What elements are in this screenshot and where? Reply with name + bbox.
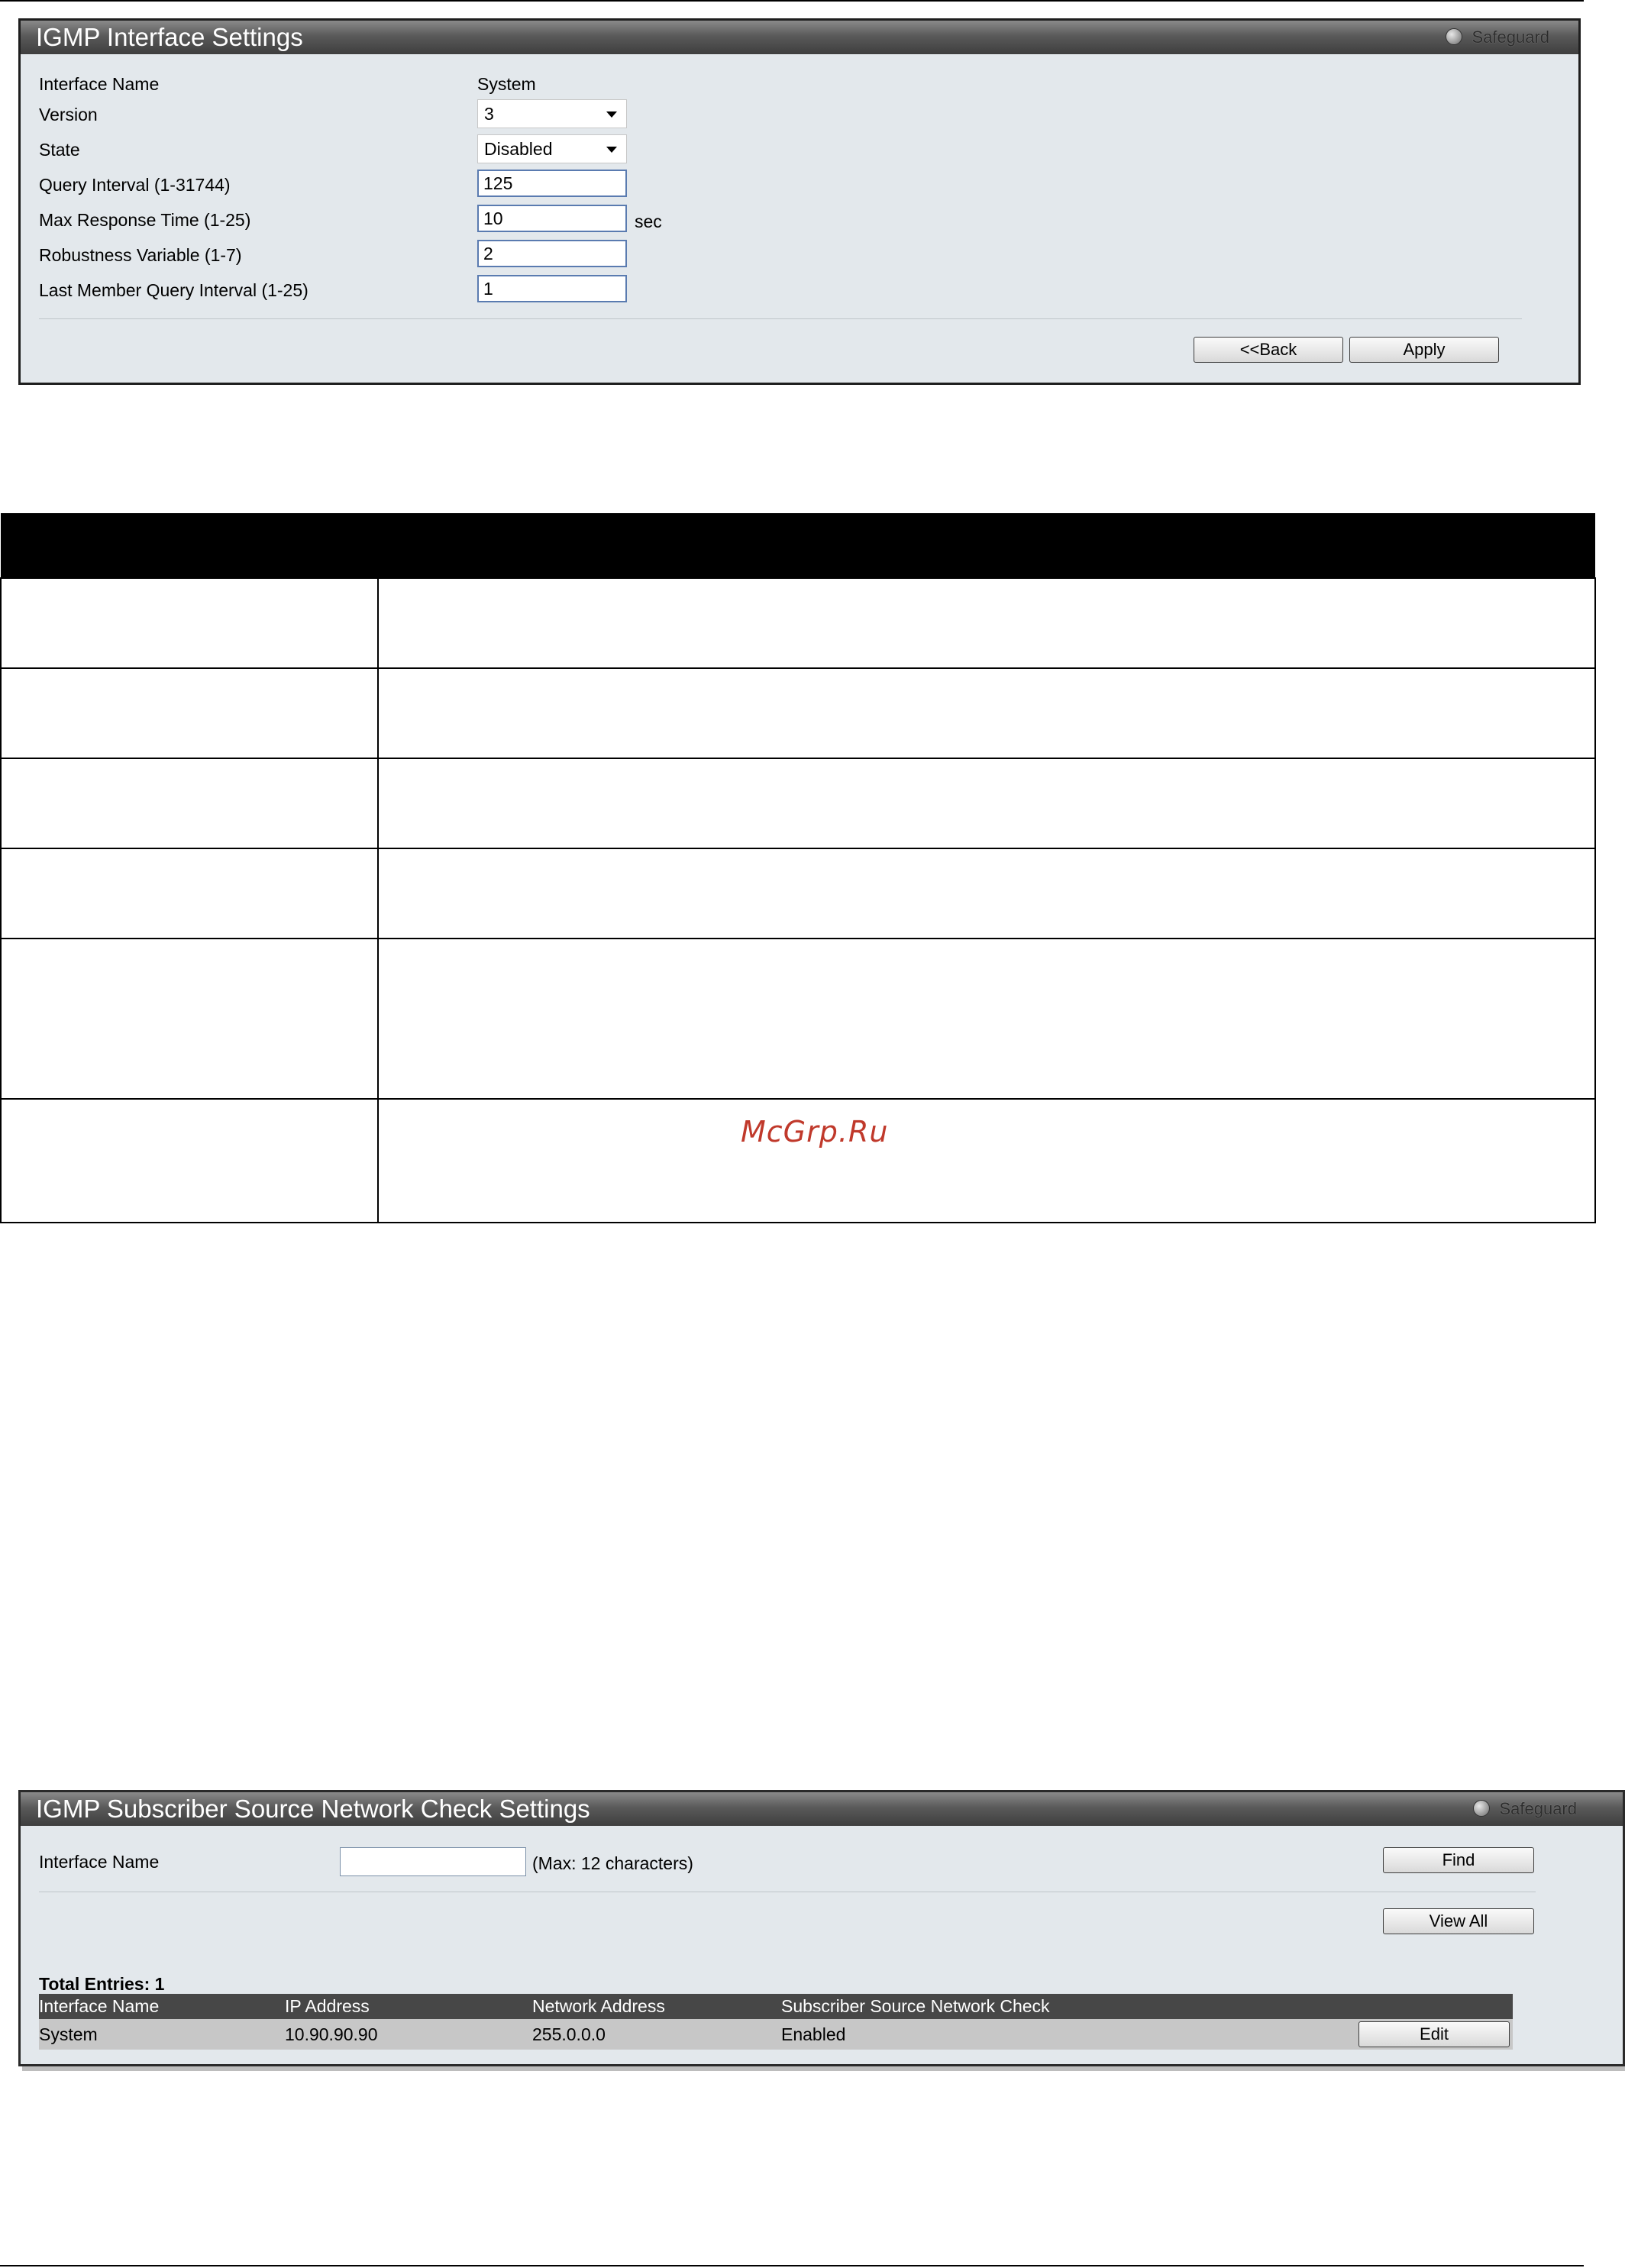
cell-subscriber-source-network-check: Enabled <box>781 2024 846 2044</box>
back-button[interactable]: <<Back <box>1194 337 1343 363</box>
safeguard-indicator[interactable]: Safeguard <box>1473 1792 1577 1826</box>
column-header-ip-address: IP Address <box>285 1996 370 2016</box>
state-select[interactable]: Disabled <box>477 134 627 163</box>
total-entries: Total Entries: 1 <box>39 1974 165 1994</box>
query-interval-input[interactable]: 125 <box>477 170 627 197</box>
bottom-rule <box>0 2265 1584 2266</box>
table-cell <box>0 848 379 939</box>
table-row: System 10.90.90.90 255.0.0.0 Enabled Edi… <box>39 2019 1513 2050</box>
state-label: State <box>39 140 80 160</box>
state-select-value: Disabled <box>484 139 553 159</box>
watermark: McGrp.Ru <box>741 1115 889 1149</box>
version-label: Version <box>39 105 98 124</box>
table-cell <box>377 1098 1596 1223</box>
table-row <box>0 577 1596 669</box>
safeguard-indicator[interactable]: Safeguard <box>1446 21 1549 54</box>
safeguard-icon <box>1473 1800 1491 1817</box>
table-cell <box>377 938 1596 1100</box>
chevron-down-icon <box>606 111 617 118</box>
table-header-cell <box>378 513 1595 578</box>
cell-interface-name: System <box>39 2024 98 2044</box>
table-cell <box>377 758 1596 849</box>
table-cell <box>377 848 1596 939</box>
column-header-network-address: Network Address <box>532 1996 665 2016</box>
divider <box>39 318 1522 319</box>
table-cell <box>0 1098 379 1223</box>
table-row <box>0 848 1596 939</box>
panel-title-text: IGMP Subscriber Source Network Check Set… <box>36 1795 590 1823</box>
version-select-value: 3 <box>484 104 494 124</box>
table-cell <box>0 667 379 759</box>
safeguard-label: Safeguard <box>1472 27 1549 47</box>
panel-title: IGMP Interface Settings Safeguard <box>21 21 1578 54</box>
max-response-time-label: Max Response Time (1-25) <box>39 210 251 230</box>
safeguard-icon <box>1446 28 1463 46</box>
column-header-subscriber-source-network-check: Subscriber Source Network Check <box>781 1996 1050 2016</box>
edit-button[interactable]: Edit <box>1358 2021 1510 2047</box>
view-all-button[interactable]: View All <box>1383 1908 1534 1934</box>
cell-ip-address: 10.90.90.90 <box>285 2024 378 2044</box>
max-characters-hint: (Max: 12 characters) <box>532 1853 693 1873</box>
table-cell <box>377 667 1596 759</box>
table-cell <box>0 758 379 849</box>
max-response-time-unit: sec <box>635 212 662 231</box>
max-response-time-input[interactable]: 10 <box>477 205 627 232</box>
table-row <box>0 938 1596 1100</box>
top-rule <box>0 0 1584 2</box>
cell-network-address: 255.0.0.0 <box>532 2024 606 2044</box>
interface-name-input[interactable] <box>340 1847 526 1876</box>
version-select[interactable]: 3 <box>477 99 627 128</box>
last-member-query-interval-label: Last Member Query Interval (1-25) <box>39 280 309 300</box>
table-cell <box>0 577 379 669</box>
table-cell <box>0 938 379 1100</box>
panel-title: IGMP Subscriber Source Network Check Set… <box>21 1792 1623 1826</box>
table-cell <box>377 577 1596 669</box>
find-button[interactable]: Find <box>1383 1847 1534 1873</box>
last-member-query-interval-input[interactable]: 1 <box>477 275 627 302</box>
igmp-subscriber-source-network-check-panel: IGMP Subscriber Source Network Check Set… <box>18 1790 1625 2066</box>
apply-button[interactable]: Apply <box>1349 337 1499 363</box>
robustness-variable-label: Robustness Variable (1-7) <box>39 245 242 265</box>
igmp-interface-settings-panel: IGMP Interface Settings Safeguard Interf… <box>18 18 1581 385</box>
table-header-row <box>1 513 1595 578</box>
column-header-interface-name: Interface Name <box>39 1996 160 2016</box>
grid-header-row: Interface Name IP Address Network Addres… <box>39 1994 1513 2019</box>
interface-name-value: System <box>477 74 536 94</box>
query-interval-label: Query Interval (1-31744) <box>39 175 231 195</box>
table-row <box>0 758 1596 849</box>
interface-name-label: Interface Name <box>39 74 160 94</box>
panel-title-text: IGMP Interface Settings <box>36 23 303 51</box>
table-header-cell <box>1 513 378 578</box>
robustness-variable-input[interactable]: 2 <box>477 240 627 267</box>
table-row <box>0 667 1596 759</box>
safeguard-label: Safeguard <box>1499 1799 1577 1818</box>
chevron-down-icon <box>606 147 617 153</box>
interface-name-label: Interface Name <box>39 1852 160 1872</box>
